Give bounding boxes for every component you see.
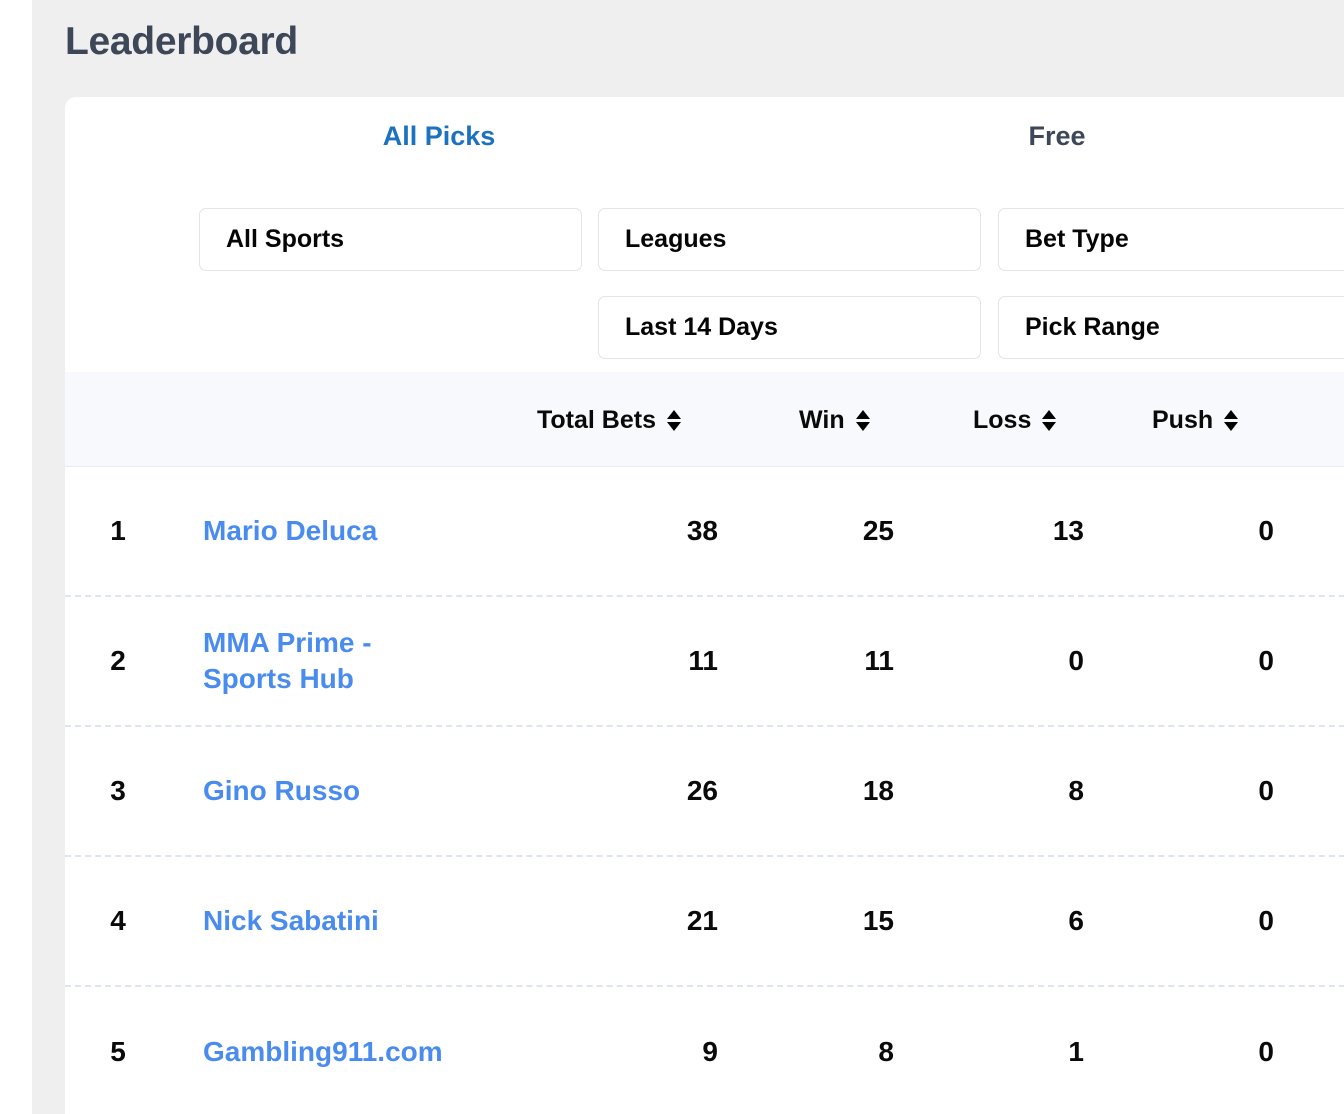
page-title: Leaderboard <box>65 20 298 63</box>
win-cell: 15 <box>862 905 894 936</box>
sort-icon[interactable] <box>667 410 682 431</box>
handicapper-link[interactable]: Nick Sabatini <box>203 857 453 985</box>
rank-cell: 2 <box>110 645 126 676</box>
loss-cell: 13 <box>1052 515 1084 546</box>
filter-all-sports[interactable]: All Sports <box>199 208 582 271</box>
column-header-push-label: Push <box>1152 406 1214 434</box>
sort-icon[interactable] <box>1224 410 1239 431</box>
table-row: 5 Gambling911.com 9 8 1 0 <box>65 987 1344 1114</box>
filter-leagues[interactable]: Leagues <box>598 208 981 271</box>
table-row: 1 Mario Deluca 38 25 13 0 <box>65 467 1344 597</box>
tab-free[interactable]: Free <box>927 121 1187 152</box>
push-cell: 0 <box>1258 905 1274 936</box>
column-header-win-label: Win <box>799 406 845 434</box>
table-body: 1 Mario Deluca 38 25 13 0 2 MMA Prime - … <box>65 467 1344 1114</box>
sort-icon[interactable] <box>855 410 871 431</box>
handicapper-name: Gino Russo <box>203 775 361 807</box>
column-header-loss-label: Loss <box>973 406 1032 434</box>
loss-cell: 1 <box>1068 1036 1084 1067</box>
table-row: 3 Gino Russo 26 18 8 0 <box>65 727 1344 857</box>
column-header-loss[interactable]: Loss <box>973 406 1057 435</box>
handicapper-link[interactable]: Gambling911.com <box>203 987 453 1114</box>
handicapper-link[interactable]: Mario Deluca <box>203 467 453 595</box>
push-cell: 0 <box>1258 645 1274 676</box>
handicapper-name: Mario Deluca <box>203 515 378 547</box>
table-header-row: Total Bets Win Loss Push <box>65 372 1344 467</box>
total-bets-cell: 21 <box>686 905 718 936</box>
table-row: 2 MMA Prime - Sports Hub 11 11 0 0 <box>65 597 1344 727</box>
filter-bet-type[interactable]: Bet Type <box>998 208 1344 271</box>
rank-cell: 3 <box>110 775 126 806</box>
loss-cell: 0 <box>1068 645 1084 676</box>
rank-cell: 1 <box>110 515 126 546</box>
total-bets-cell: 11 <box>688 645 718 676</box>
win-cell: 25 <box>862 515 894 546</box>
leaderboard-table: Total Bets Win Loss Push 1 Mario Deluca … <box>65 372 1344 1114</box>
filter-date-range[interactable]: Last 14 Days <box>598 296 981 359</box>
total-bets-cell: 9 <box>702 1036 718 1067</box>
tab-bar: All Picks Free <box>65 97 1344 181</box>
handicapper-name: Nick Sabatini <box>203 905 379 937</box>
win-cell: 8 <box>878 1036 894 1067</box>
leaderboard-card: All Picks Free All Sports Leagues Bet Ty… <box>65 97 1344 1114</box>
total-bets-cell: 26 <box>686 775 718 806</box>
loss-cell: 8 <box>1068 775 1084 806</box>
win-cell: 11 <box>864 645 894 676</box>
column-header-win[interactable]: Win <box>799 406 871 435</box>
table-row: 4 Nick Sabatini 21 15 6 0 <box>65 857 1344 987</box>
leaderboard-page: Leaderboard All Picks Free All Sports Le… <box>0 0 1344 1114</box>
column-header-total-bets-label: Total Bets <box>537 406 656 434</box>
column-header-total-bets[interactable]: Total Bets <box>537 406 682 435</box>
sort-icon[interactable] <box>1042 410 1057 431</box>
win-cell: 18 <box>862 775 894 806</box>
loss-cell: 6 <box>1068 905 1084 936</box>
push-cell: 0 <box>1258 775 1274 806</box>
tab-all-picks[interactable]: All Picks <box>309 121 569 152</box>
handicapper-link[interactable]: Gino Russo <box>203 727 453 855</box>
push-cell: 0 <box>1258 1036 1274 1067</box>
push-cell: 0 <box>1258 515 1274 546</box>
handicapper-link[interactable]: MMA Prime - Sports Hub <box>203 597 453 725</box>
column-header-push[interactable]: Push <box>1152 406 1239 435</box>
rank-cell: 5 <box>110 1036 126 1067</box>
handicapper-name: Gambling911.com <box>203 1036 443 1068</box>
filter-pick-range[interactable]: Pick Range <box>998 296 1344 359</box>
total-bets-cell: 38 <box>686 515 718 546</box>
handicapper-name: MMA Prime - Sports Hub <box>203 627 372 694</box>
rank-cell: 4 <box>110 905 126 936</box>
